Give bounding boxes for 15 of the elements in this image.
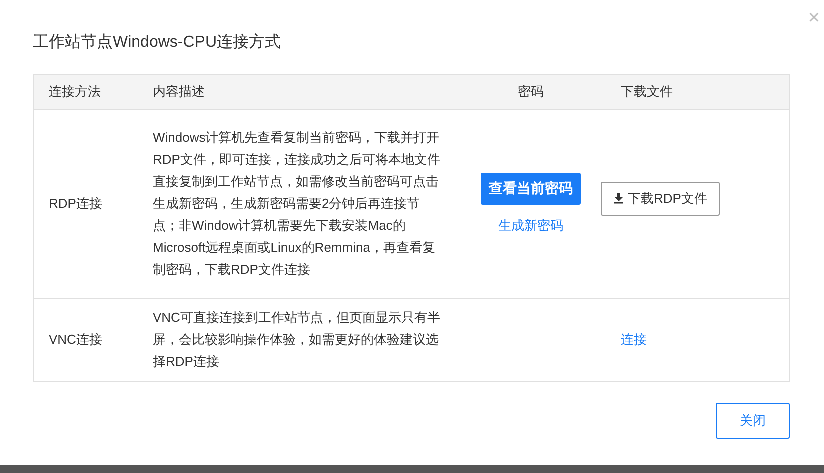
column-header: 密码 bbox=[518, 84, 544, 99]
table-cell-text: Windows计算机先查看复制当前密码，下载并打开RDP文件，即可连接，连接成功之后可将本地文件直接复制到工作站节点，如需修改当前密码可点击生成新密码，生成新密码需要2分钟后再连接节点；非Window计算机需要先下载安装Mac的Microsoft远程桌面或Linux的Remmina，再查看复制密码，下载RDP文件连接 bbox=[153, 129, 441, 279]
download-button[interactable]: 下载RDP文件 bbox=[601, 182, 720, 216]
column-header: 连接方法 bbox=[49, 84, 101, 99]
dialog-title: 工作站节点Windows-CPU连接方式 bbox=[33, 32, 282, 53]
table-cell: RDP连接 bbox=[49, 196, 102, 211]
column-header: 内容描述 bbox=[153, 84, 205, 99]
connect-link[interactable]: 连接 bbox=[621, 332, 647, 347]
table-cell: VNC连接 bbox=[49, 332, 102, 347]
close-dialog-button[interactable]: 关闭 bbox=[716, 403, 790, 439]
column-header: 下载文件 bbox=[621, 84, 673, 99]
view-password-button[interactable]: 查看当前密码 bbox=[481, 173, 581, 205]
generate-password-link[interactable]: 生成新密码 bbox=[498, 217, 564, 235]
table-cell-text: VNC可直接连接到工作站节点，但页面显示只有半屏，会比较影响操作体验，如需更好的体验建议选择RDP连接 bbox=[153, 309, 441, 371]
download-icon bbox=[614, 193, 624, 204]
